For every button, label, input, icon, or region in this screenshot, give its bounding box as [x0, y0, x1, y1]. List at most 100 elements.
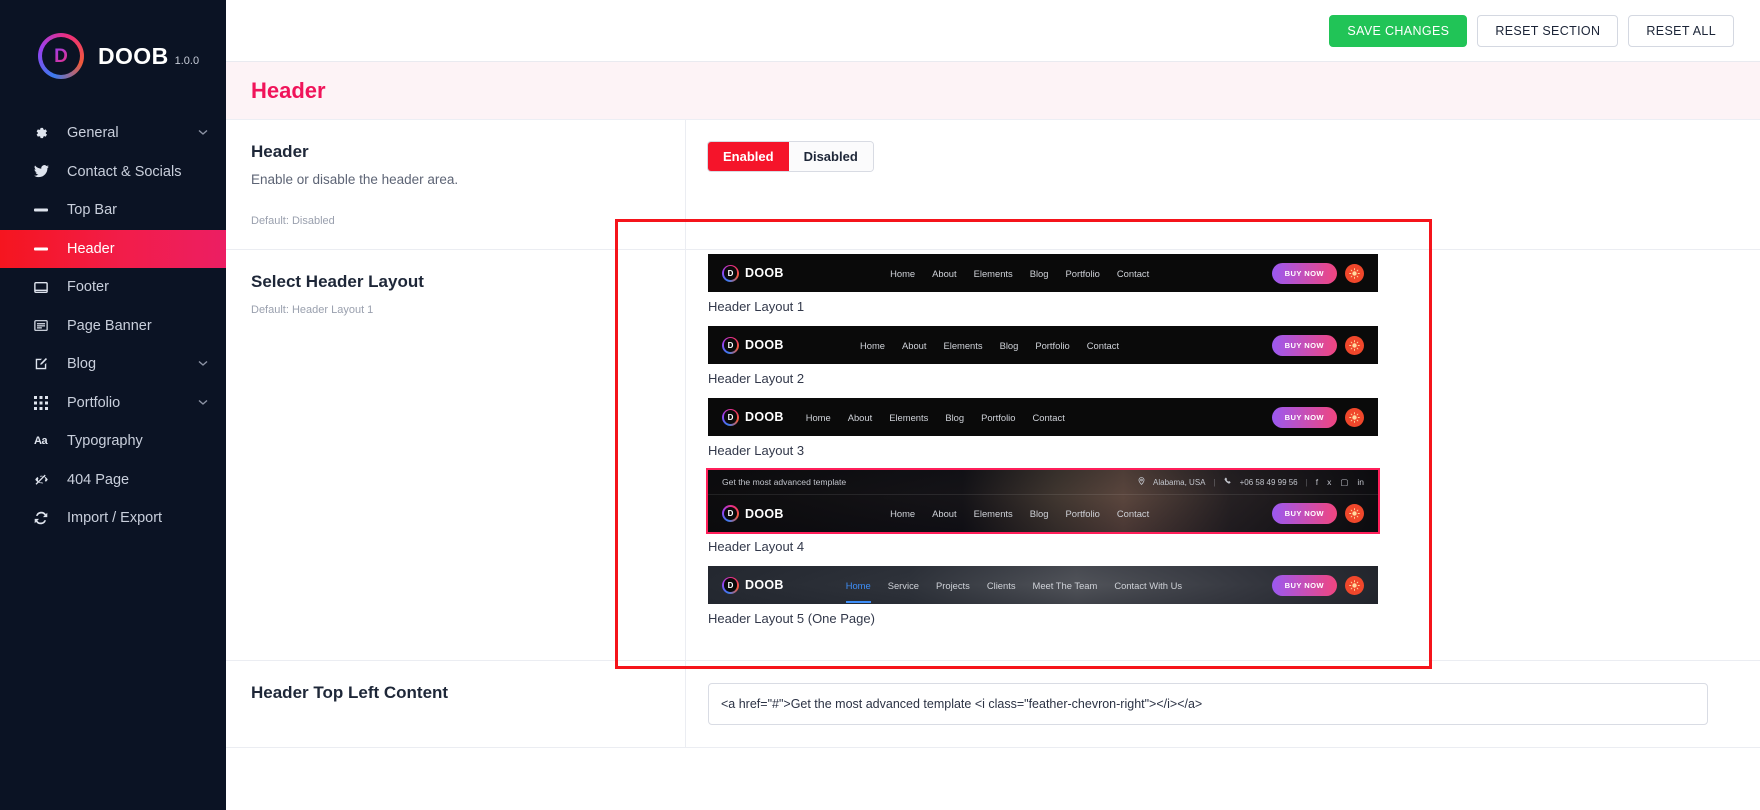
preview-nav-link[interactable]: Blog: [1000, 340, 1019, 351]
phone-icon: [1224, 477, 1232, 487]
sidebar-item-footer[interactable]: Footer: [0, 268, 226, 307]
preview-nav-link[interactable]: Portfolio: [1065, 508, 1099, 519]
preview-nav-link[interactable]: Elements: [974, 268, 1013, 279]
header-layout-preview[interactable]: Get the most advanced template Alabama, U…: [706, 468, 1380, 534]
header-layout-preview[interactable]: D DOOB Home Service Projects Clients Meet The …: [708, 566, 1378, 604]
header-layout-preview[interactable]: D DOOB Home About Elements Blog Portfolio Conta…: [708, 398, 1378, 436]
preview-nav-link[interactable]: Contact: [1117, 268, 1149, 279]
preview-nav-link[interactable]: Home: [890, 508, 915, 519]
sidebar-item-page-banner[interactable]: Page Banner: [0, 307, 226, 346]
preview-nav-link[interactable]: Home: [890, 268, 915, 279]
header-layout-option-4[interactable]: Get the most advanced template Alabama, U…: [706, 468, 1734, 554]
field-default-note: Default: Disabled: [251, 215, 335, 227]
header-layout-preview[interactable]: D DOOB Home About Elements Blog Portfolio Conta…: [708, 326, 1378, 364]
sidebar-item-header[interactable]: Header: [0, 229, 226, 268]
preview-nav-link[interactable]: Clients: [987, 580, 1016, 591]
pencil-square-icon: [34, 357, 54, 371]
header-top-left-content-input[interactable]: <a href="#">Get the most advanced templa…: [708, 683, 1708, 725]
divider: |: [1305, 477, 1308, 487]
sun-icon[interactable]: [1344, 335, 1364, 355]
preview-nav-link[interactable]: Elements: [943, 340, 982, 351]
preview-nav-link[interactable]: Home: [845, 580, 871, 603]
sidebar-item-top-bar[interactable]: Top Bar: [0, 191, 226, 230]
sun-icon[interactable]: [1344, 504, 1364, 523]
row-select-layout: Select Header Layout Default: Header Lay…: [226, 250, 1760, 661]
preview-buy-now-button[interactable]: BUY NOW: [1271, 503, 1337, 524]
preview-nav-link[interactable]: Contact: [1087, 340, 1119, 351]
preview-nav-link[interactable]: About: [902, 340, 927, 351]
page-header: Header: [226, 62, 1760, 120]
preview-nav-link[interactable]: Blog: [1030, 508, 1049, 519]
preview-promo-text[interactable]: Get the most advanced template: [722, 477, 846, 487]
sidebar-item-general[interactable]: General: [0, 114, 226, 153]
preview-nav-link[interactable]: Contact: [1032, 412, 1064, 423]
facebook-icon[interactable]: f: [1316, 477, 1318, 488]
preview-nav-link[interactable]: Service: [888, 580, 919, 591]
header-layout-caption: Header Layout 5 (One Page): [708, 611, 875, 626]
preview-buy-now-button[interactable]: BUY NOW: [1271, 334, 1337, 356]
header-layout-preview[interactable]: D DOOB Home About Elements Blog Portfolio Conta…: [708, 254, 1378, 292]
preview-buy-now-button[interactable]: BUY NOW: [1271, 406, 1337, 428]
twitter-icon[interactable]: x: [1327, 477, 1331, 488]
preview-nav-link[interactable]: Home: [806, 412, 831, 423]
preview-nav-link[interactable]: Meet The Team: [1033, 580, 1098, 591]
header-layout-option-3[interactable]: D DOOB Home About Elements Blog Portfolio Conta…: [708, 398, 1734, 458]
sidebar-item-portfolio[interactable]: Portfolio: [0, 384, 226, 423]
toggle-option-disabled[interactable]: Disabled: [788, 142, 873, 171]
sidebar-item-blog[interactable]: Blog: [0, 345, 226, 384]
preview-actions: BUY NOW: [1271, 334, 1364, 356]
header-layout-option-5[interactable]: D DOOB Home Service Projects Clients Meet The …: [708, 566, 1734, 626]
preview-nav-link[interactable]: Contact: [1117, 508, 1149, 519]
preview-nav-link[interactable]: About: [932, 508, 957, 519]
preview-logo: D DOOB: [722, 336, 784, 354]
preview-nav-link[interactable]: Elements: [889, 412, 928, 423]
sun-icon[interactable]: [1345, 407, 1364, 427]
preview-nav-link[interactable]: Contact With Us: [1114, 580, 1182, 591]
preview-actions: BUY NOW: [1271, 406, 1364, 428]
preview-nav-link[interactable]: Portfolio: [1035, 340, 1069, 351]
chevron-down-icon[interactable]: [198, 358, 208, 370]
field-description: Enable or disable the header area.: [251, 172, 459, 187]
main-content: SAVE CHANGES RESET SECTION RESET ALL Hea…: [226, 0, 1760, 810]
brand-logo[interactable]: D DOOB 1.0.0: [0, 0, 226, 112]
sidebar-item-contact-socials[interactable]: Contact & Socials: [0, 153, 226, 192]
reset-all-button[interactable]: RESET ALL: [1628, 14, 1734, 47]
preview-nav-link[interactable]: Portfolio: [1065, 268, 1099, 279]
brand-name: DOOB: [98, 42, 169, 69]
reset-section-button[interactable]: RESET SECTION: [1477, 14, 1619, 47]
instagram-icon[interactable]: ▢: [1340, 477, 1348, 488]
sun-icon[interactable]: [1345, 575, 1364, 595]
preview-nav-link[interactable]: Blog: [945, 412, 964, 423]
preview-brand-name: DOOB: [745, 506, 784, 521]
preview-nav-link[interactable]: Elements: [974, 508, 1013, 519]
preview-nav-link[interactable]: Projects: [936, 580, 970, 591]
linkedin-icon[interactable]: in: [1357, 477, 1364, 488]
preview-location: Alabama, USA: [1153, 477, 1206, 487]
preview-nav-link[interactable]: Blog: [1030, 268, 1049, 279]
sidebar: D DOOB 1.0.0 General Contact & Socials Top…: [0, 0, 226, 810]
preview-logo: D DOOB: [722, 576, 784, 594]
preview-nav-link[interactable]: Home: [860, 340, 885, 351]
sun-icon[interactable]: [1344, 263, 1364, 283]
chevron-down-icon[interactable]: [198, 127, 208, 139]
sidebar-item-label: Header: [67, 240, 115, 257]
header-layout-option-1[interactable]: D DOOB Home About Elements Blog Portfolio Conta…: [708, 254, 1734, 314]
preview-nav: Home Service Projects Clients Meet The Team C…: [845, 580, 1182, 603]
sidebar-item-label: 404 Page: [67, 471, 130, 488]
preview-brand-name: DOOB: [745, 578, 784, 592]
preview-nav-link[interactable]: About: [932, 268, 957, 279]
preview-buy-now-button[interactable]: BUY NOW: [1271, 574, 1337, 596]
row-select-layout-control: D DOOB Home About Elements Blog Portfolio Conta…: [686, 250, 1760, 660]
sidebar-item-typography[interactable]: Aa Typography: [0, 422, 226, 461]
sidebar-item-import-export[interactable]: Import / Export: [0, 499, 226, 538]
preview-nav-link[interactable]: Portfolio: [981, 412, 1015, 423]
toggle-option-enabled[interactable]: Enabled: [708, 142, 789, 171]
sidebar-item-label: Import / Export: [67, 510, 163, 527]
preview-logo: D DOOB: [722, 408, 784, 426]
preview-nav-link[interactable]: About: [848, 412, 873, 423]
chevron-down-icon[interactable]: [198, 397, 208, 409]
preview-buy-now-button[interactable]: BUY NOW: [1271, 262, 1337, 284]
save-changes-button[interactable]: SAVE CHANGES: [1329, 14, 1468, 47]
sidebar-item-404-page[interactable]: 404 Page: [0, 461, 226, 500]
header-layout-option-2[interactable]: D DOOB Home About Elements Blog Portfolio Conta…: [708, 326, 1734, 386]
